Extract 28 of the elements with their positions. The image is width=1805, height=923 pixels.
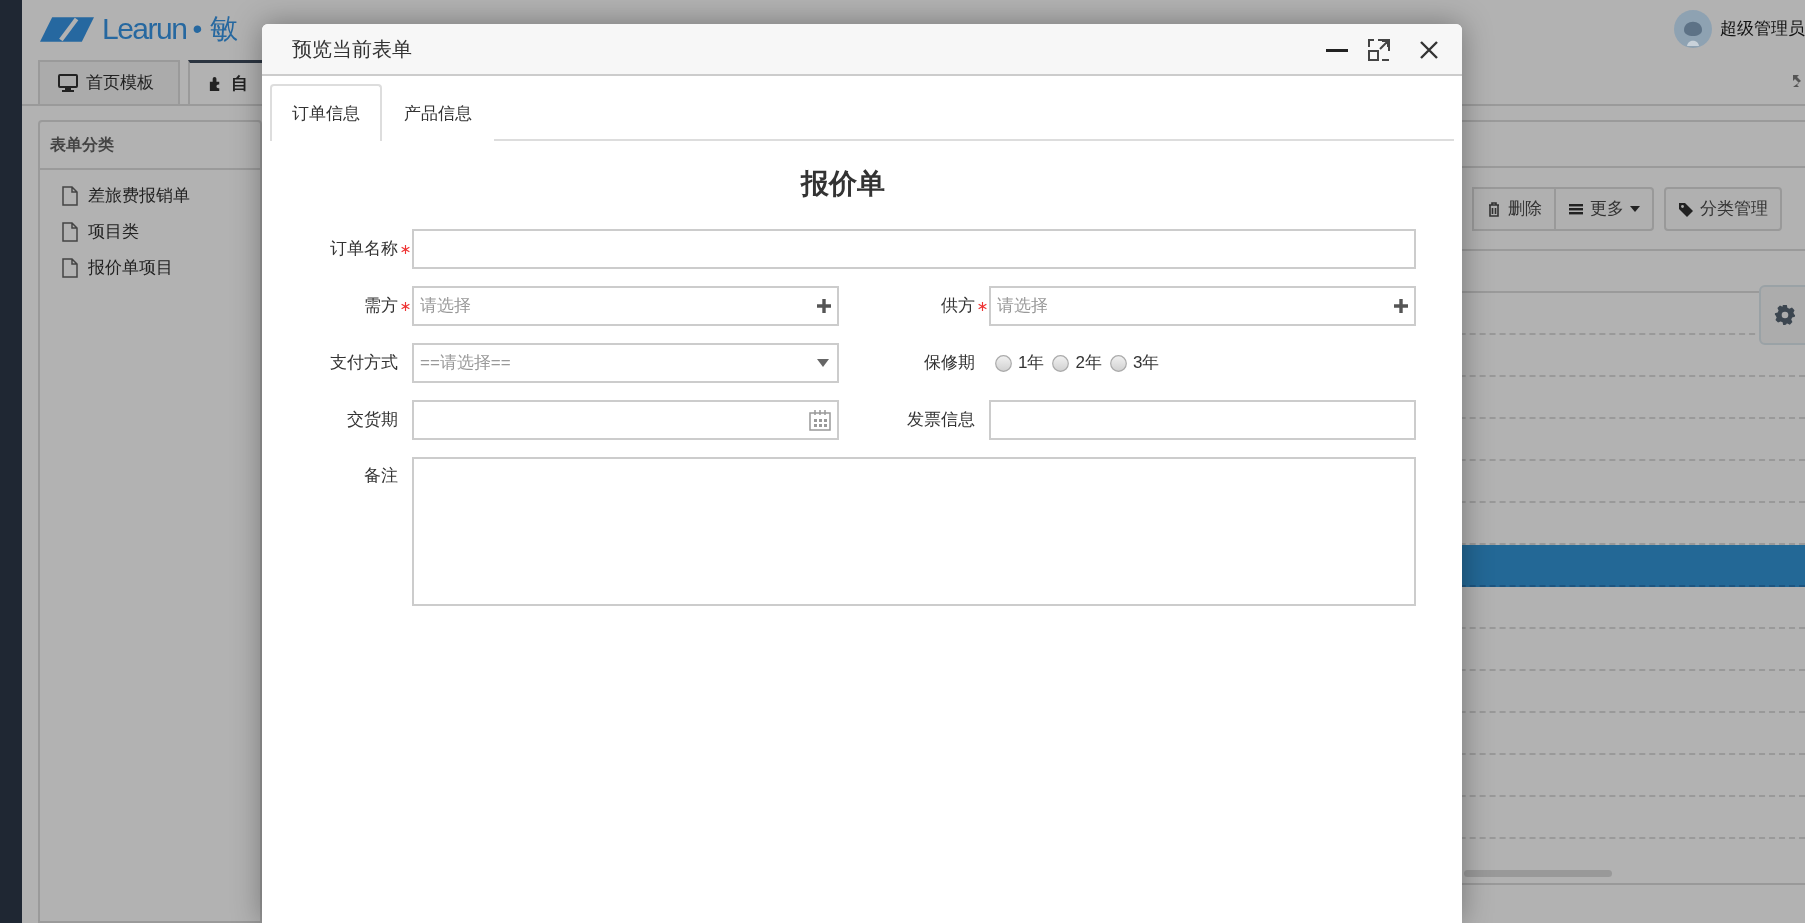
tab[interactable]: 订单信息 [270, 84, 382, 141]
toolbar-button[interactable]: 更多 [1556, 187, 1654, 231]
field-label: 发票信息 [907, 409, 975, 432]
dropdown-value: ==请选择== [419, 352, 512, 375]
toolbar-button[interactable]: 删除 [1472, 187, 1556, 231]
picker-field[interactable]: 请选择 [989, 286, 1416, 326]
field-label: 保修期 [924, 352, 975, 375]
radio-label: 3年 [1132, 352, 1160, 375]
picker-field[interactable]: 请选择 [412, 286, 839, 326]
tree-item[interactable]: 报价单项目 [40, 250, 260, 286]
toolbar-button[interactable]: 分类管理 [1664, 187, 1782, 231]
user-name[interactable]: 超级管理员 [1720, 16, 1805, 42]
page-tab[interactable]: 首页模板 [38, 60, 180, 104]
field-label: 订单名称 [330, 238, 398, 261]
field-label: 供方 [941, 295, 975, 318]
tree-item[interactable]: 项目类 [40, 214, 260, 250]
panel-title: 表单分类 [40, 122, 260, 170]
form-title: 报价单 [799, 167, 886, 201]
radio-label: 2年 [1075, 352, 1102, 375]
field-label: 支付方式 [330, 352, 398, 375]
dialog-title: 预览当前表单 [292, 37, 412, 62]
logo-text: Learun [102, 14, 187, 44]
field-label: 交货期 [347, 409, 398, 432]
app-title: • 敏 [192, 15, 238, 43]
field-label: 需方 [364, 295, 398, 318]
tree-item[interactable]: 差旅费报销单 [40, 178, 260, 214]
radio-label: 1年 [1018, 352, 1045, 375]
field-label: 备注 [364, 465, 398, 487]
